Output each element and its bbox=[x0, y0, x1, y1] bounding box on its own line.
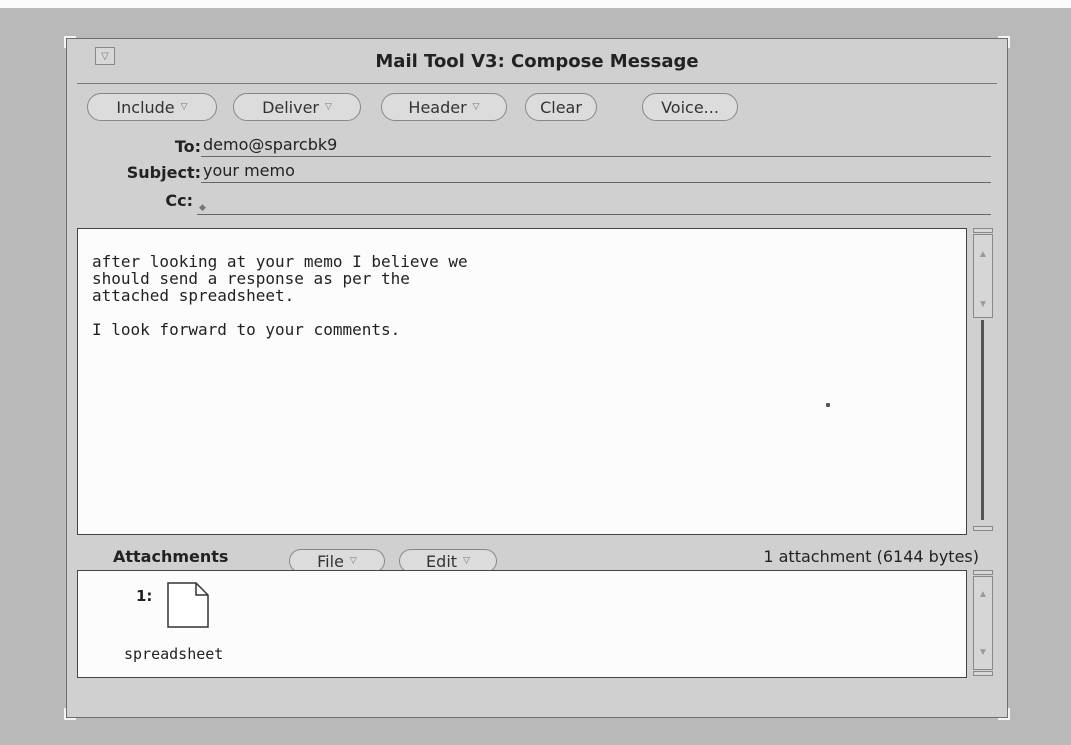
scroll-down-icon[interactable]: ▼ bbox=[978, 647, 988, 658]
to-label: To: bbox=[174, 137, 201, 156]
message-scrollbar[interactable]: ▲ ▼ bbox=[973, 228, 993, 535]
edit-button-label: Edit bbox=[426, 551, 458, 571]
clear-button-label: Clear bbox=[540, 97, 582, 117]
to-field[interactable]: demo@sparcbk9 bbox=[201, 135, 991, 157]
document-icon[interactable] bbox=[166, 581, 210, 629]
subject-label: Subject: bbox=[126, 163, 201, 182]
file-button-label: File bbox=[317, 551, 344, 571]
include-menu-icon: ▽ bbox=[180, 102, 188, 112]
mouse-pointer-icon bbox=[826, 403, 830, 407]
attachments-scrollbar[interactable]: ▲ ▼ bbox=[973, 570, 993, 678]
scrollbar-track[interactable] bbox=[981, 320, 984, 520]
title-bar[interactable]: ▽ Mail Tool V3: Compose Message bbox=[67, 39, 1007, 81]
deliver-button[interactable]: Deliver ▽ bbox=[233, 93, 361, 121]
clear-button[interactable]: Clear bbox=[525, 93, 597, 121]
header-button-label: Header bbox=[408, 97, 467, 117]
scrollbar-bottom-cable-anchor[interactable] bbox=[973, 671, 993, 676]
title-separator bbox=[77, 83, 997, 84]
attachments-pane[interactable]: 1: spreadsheet bbox=[77, 570, 967, 678]
header-menu-icon: ▽ bbox=[472, 102, 480, 112]
message-body-text[interactable]: after looking at your memo I believe we … bbox=[92, 253, 468, 338]
scrollbar-top-cable-anchor[interactable] bbox=[973, 570, 993, 575]
cc-field[interactable]: ◆ bbox=[197, 195, 991, 215]
attachment-index: 1: bbox=[136, 587, 153, 605]
compose-window: ▽ Mail Tool V3: Compose Message Include … bbox=[64, 36, 1010, 720]
scroll-up-icon[interactable]: ▲ bbox=[978, 589, 988, 600]
message-body-pane[interactable]: after looking at your memo I believe we … bbox=[77, 228, 967, 535]
header-button[interactable]: Header ▽ bbox=[381, 93, 507, 121]
attachments-label: Attachments bbox=[113, 547, 229, 566]
scroll-up-icon[interactable]: ▲ bbox=[978, 249, 988, 260]
scrollbar-bottom-cable-anchor[interactable] bbox=[973, 526, 993, 531]
voice-button-label: Voice... bbox=[661, 97, 719, 117]
subject-field[interactable]: your memo bbox=[201, 161, 991, 183]
include-button-label: Include bbox=[116, 97, 175, 117]
attachment-status: 1 attachment (6144 bytes) bbox=[763, 547, 979, 566]
resize-corner-bottom-right[interactable] bbox=[998, 708, 1010, 720]
page-top-edge bbox=[0, 0, 1071, 8]
scrollbar-top-cable-anchor[interactable] bbox=[973, 228, 993, 233]
include-button[interactable]: Include ▽ bbox=[87, 93, 217, 121]
resize-corner-bottom-left[interactable] bbox=[64, 708, 76, 720]
scroll-down-icon[interactable]: ▼ bbox=[978, 299, 988, 310]
voice-button[interactable]: Voice... bbox=[642, 93, 738, 121]
cc-label: Cc: bbox=[165, 191, 193, 210]
text-caret-icon: ◆ bbox=[199, 203, 206, 213]
attachment-name[interactable]: spreadsheet bbox=[124, 645, 223, 663]
edit-menu-icon: ▽ bbox=[463, 556, 470, 566]
deliver-button-label: Deliver bbox=[262, 97, 320, 117]
window-title: Mail Tool V3: Compose Message bbox=[375, 51, 699, 72]
scrollbar-elevator[interactable]: ▲ ▼ bbox=[973, 234, 993, 318]
scrollbar-elevator[interactable]: ▲ ▼ bbox=[973, 576, 993, 670]
file-menu-icon: ▽ bbox=[349, 556, 357, 566]
deliver-menu-icon: ▽ bbox=[325, 102, 332, 112]
